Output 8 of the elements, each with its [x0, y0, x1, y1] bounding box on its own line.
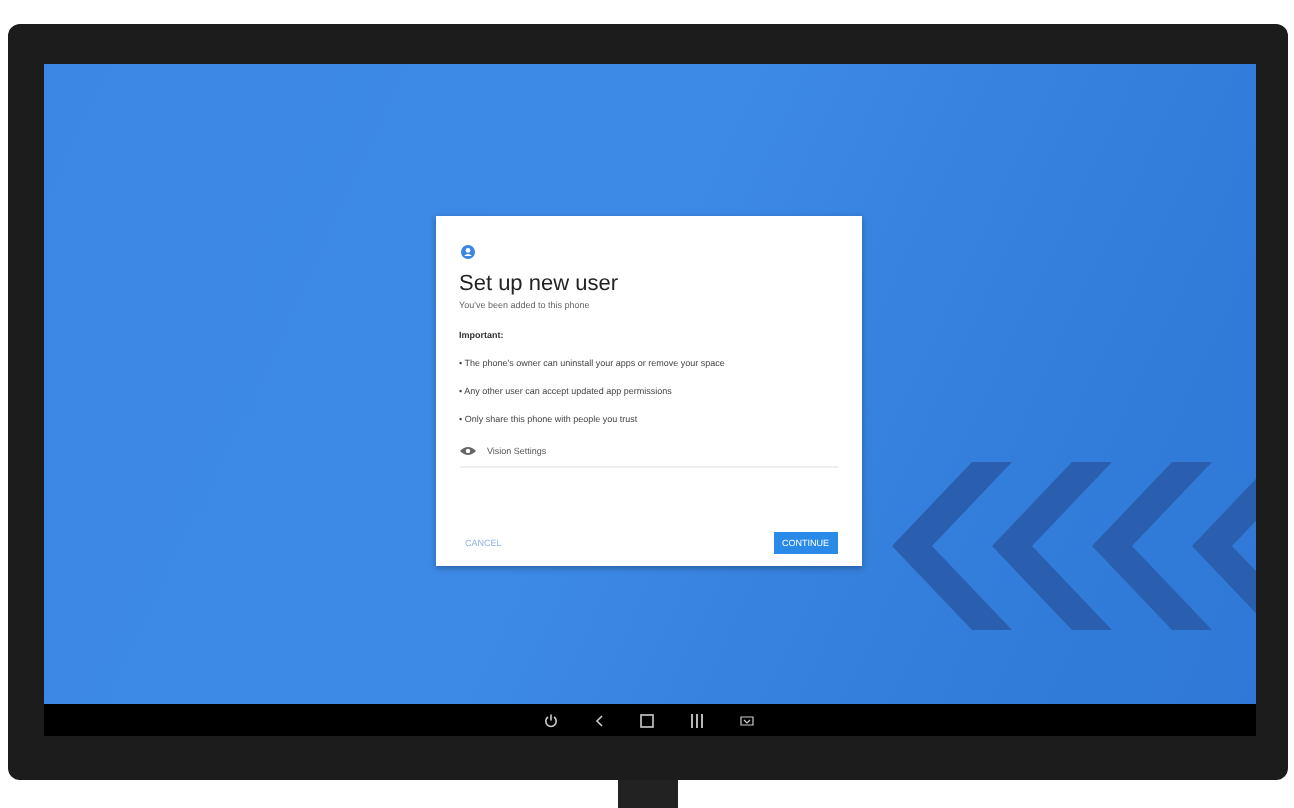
dialog-title: Set up new user [459, 272, 620, 296]
power-icon[interactable] [544, 713, 558, 727]
keyboard-hide-icon[interactable] [740, 715, 754, 725]
recents-icon[interactable] [690, 713, 704, 727]
eye-icon [459, 446, 475, 456]
home-icon[interactable] [640, 713, 654, 727]
back-icon[interactable] [594, 713, 604, 727]
user-icon [459, 244, 475, 260]
